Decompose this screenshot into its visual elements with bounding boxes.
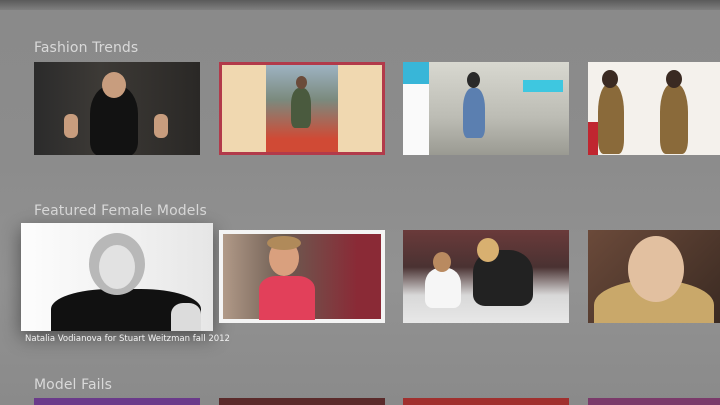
section-title-model-fails: Model Fails (34, 377, 113, 393)
video-tile[interactable] (219, 230, 385, 323)
focused-video-tile[interactable] (21, 223, 213, 331)
video-tile[interactable] (219, 62, 385, 155)
video-tile[interactable] (403, 398, 569, 405)
section-title-featured-female-models: Featured Female Models (34, 203, 207, 219)
video-tile[interactable] (588, 398, 720, 405)
video-tile[interactable] (219, 398, 385, 405)
video-tile[interactable] (403, 230, 569, 323)
section-title-fashion-trends: Fashion Trends (34, 40, 139, 56)
video-tile[interactable] (34, 62, 200, 155)
video-tile[interactable] (34, 398, 200, 405)
top-bar (0, 0, 720, 10)
video-tile[interactable] (588, 230, 720, 323)
video-tile[interactable] (403, 62, 569, 155)
video-tile[interactable] (588, 62, 720, 155)
focused-tile-caption: Natalia Vodianova for Stuart Weitzman fa… (25, 334, 230, 344)
